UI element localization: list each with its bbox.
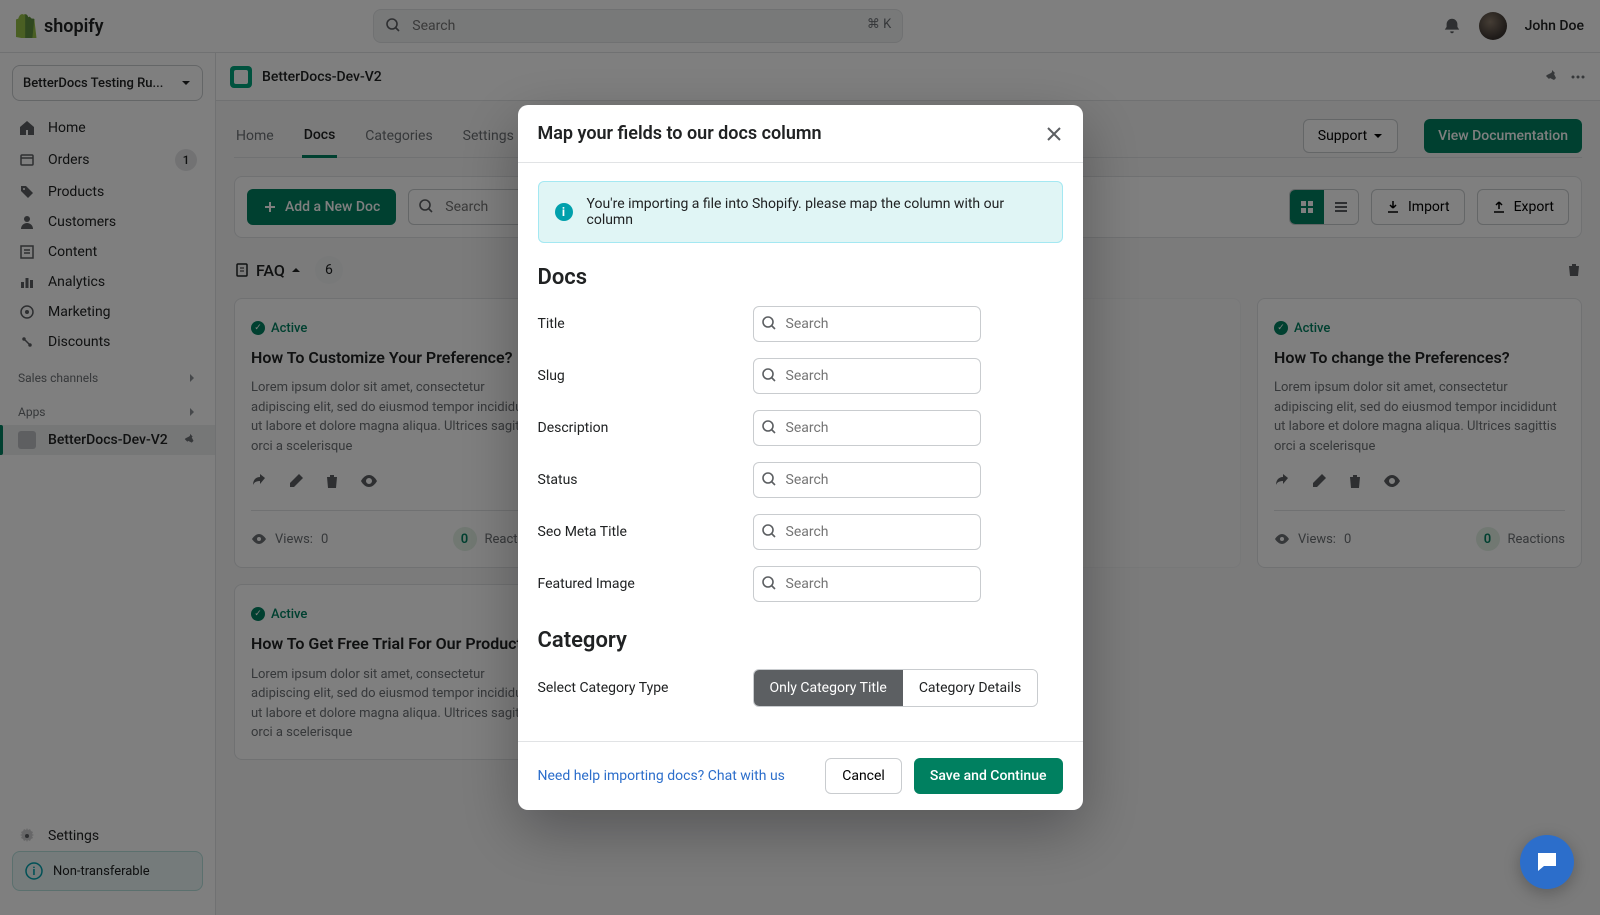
- category-opt-title[interactable]: Only Category Title: [754, 670, 903, 706]
- field-label: Status: [538, 472, 733, 488]
- chat-fab[interactable]: [1520, 835, 1574, 889]
- field-row-title: Title: [538, 306, 1063, 342]
- search-icon: [761, 419, 777, 435]
- info-icon: i: [555, 203, 573, 221]
- section-docs-heading: Docs: [538, 265, 1063, 290]
- field-input-title[interactable]: [753, 306, 981, 342]
- field-input-slug[interactable]: [753, 358, 981, 394]
- search-icon: [761, 471, 777, 487]
- help-link[interactable]: Need help importing docs? Chat with us: [538, 768, 785, 784]
- field-label: Seo Meta Title: [538, 524, 733, 540]
- search-icon: [761, 575, 777, 591]
- field-label: Description: [538, 420, 733, 436]
- info-banner: i You're importing a file into Shopify. …: [538, 181, 1063, 243]
- field-label: Title: [538, 316, 733, 332]
- field-input-seo[interactable]: [753, 514, 981, 550]
- section-category-heading: Category: [538, 628, 1063, 653]
- save-continue-button[interactable]: Save and Continue: [914, 758, 1063, 794]
- close-icon: [1045, 125, 1063, 143]
- field-row-category-type: Select Category Type Only Category Title…: [538, 669, 1063, 707]
- field-label: Featured Image: [538, 576, 733, 592]
- field-label: Slug: [538, 368, 733, 384]
- field-label: Select Category Type: [538, 680, 733, 696]
- field-row-status: Status: [538, 462, 1063, 498]
- search-icon: [761, 315, 777, 331]
- cancel-button[interactable]: Cancel: [825, 758, 902, 794]
- chat-icon: [1534, 849, 1560, 875]
- field-input-status[interactable]: [753, 462, 981, 498]
- banner-text: You're importing a file into Shopify. pl…: [587, 196, 1046, 228]
- modal-body: i You're importing a file into Shopify. …: [518, 163, 1083, 741]
- modal-title: Map your fields to our docs column: [538, 123, 822, 144]
- modal-header: Map your fields to our docs column: [518, 105, 1083, 163]
- field-input-image[interactable]: [753, 566, 981, 602]
- modal-footer: Need help importing docs? Chat with us C…: [518, 741, 1083, 810]
- import-mapping-modal: Map your fields to our docs column i You…: [518, 105, 1083, 810]
- modal-overlay[interactable]: Map your fields to our docs column i You…: [0, 0, 1600, 915]
- field-row-slug: Slug: [538, 358, 1063, 394]
- field-row-image: Featured Image: [538, 566, 1063, 602]
- category-type-toggle: Only Category Title Category Details: [753, 669, 1039, 707]
- field-row-seo: Seo Meta Title: [538, 514, 1063, 550]
- search-icon: [761, 523, 777, 539]
- field-input-description[interactable]: [753, 410, 981, 446]
- close-button[interactable]: [1045, 125, 1063, 143]
- search-icon: [761, 367, 777, 383]
- field-row-description: Description: [538, 410, 1063, 446]
- category-opt-details[interactable]: Category Details: [903, 670, 1037, 706]
